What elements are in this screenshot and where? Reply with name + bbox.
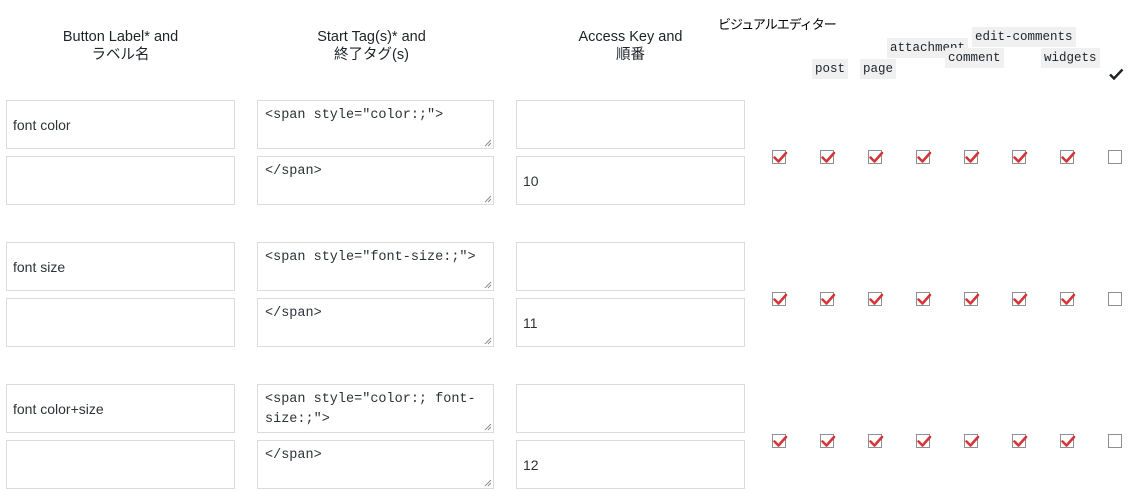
resize-grip-icon[interactable] <box>484 423 492 431</box>
checkbox-unchecked[interactable] <box>1108 292 1122 306</box>
resize-grip-icon[interactable] <box>484 195 492 203</box>
end-tag-text: </span> <box>265 306 322 321</box>
checkbox-checked[interactable] <box>916 434 932 448</box>
header-button-label-line1: Button Label* and <box>62 29 179 45</box>
check-icon <box>1013 293 1028 305</box>
button-label-input[interactable]: font size <box>6 242 235 291</box>
header-access-key-line1: Access Key and <box>578 29 683 45</box>
button-label-input[interactable]: font color+size <box>6 384 235 433</box>
access-key-input[interactable] <box>516 242 745 291</box>
header-button-label-line2: ラベル名 <box>91 47 150 63</box>
order-input[interactable]: 10 <box>516 156 745 205</box>
check-icon <box>773 151 788 163</box>
checkbox-checked[interactable] <box>820 434 836 448</box>
check-icon <box>965 151 980 163</box>
checkbox-checked[interactable] <box>820 150 836 164</box>
check-icon <box>1061 293 1076 305</box>
order-input[interactable]: 12 <box>516 440 745 489</box>
checkbox-checked[interactable] <box>964 434 980 448</box>
check-icon <box>869 435 884 447</box>
checkbox-checked[interactable] <box>1060 434 1076 448</box>
checkbox-checked[interactable] <box>772 292 788 306</box>
checkbox-checked[interactable] <box>1012 434 1028 448</box>
column-tag-page: page <box>860 59 897 79</box>
checkbox-checked[interactable] <box>1012 150 1028 164</box>
checkbox-checked[interactable] <box>772 434 788 448</box>
label-name-input[interactable] <box>6 156 235 205</box>
header-button-label: Button Label* and ラベル名 <box>6 28 235 64</box>
select-all-check-icon[interactable] <box>1108 66 1124 82</box>
check-icon <box>1013 151 1028 163</box>
resize-grip-icon[interactable] <box>484 337 492 345</box>
column-tag-post: post <box>812 59 849 79</box>
check-icon <box>965 293 980 305</box>
check-icon <box>869 293 884 305</box>
checkbox-checked[interactable] <box>1012 292 1028 306</box>
check-icon <box>869 151 884 163</box>
checkbox-unchecked[interactable] <box>1108 150 1122 164</box>
checkbox-checked[interactable] <box>964 292 980 306</box>
end-tag-textarea[interactable]: </span> <box>257 298 494 347</box>
check-icon <box>917 151 932 163</box>
order-input[interactable]: 11 <box>516 298 745 347</box>
check-icon <box>917 293 932 305</box>
access-key-input[interactable] <box>516 384 745 433</box>
start-tag-textarea[interactable]: <span style="font-size:;"> <box>257 242 494 291</box>
button-label-input[interactable]: font color <box>6 100 235 149</box>
end-tag-text: </span> <box>265 164 322 179</box>
check-icon <box>1061 151 1076 163</box>
header-tags-line1: Start Tag(s)* and <box>317 29 426 45</box>
label-name-input[interactable] <box>6 440 235 489</box>
header-access-key-line2: 順番 <box>616 47 645 63</box>
access-key-input[interactable] <box>516 100 745 149</box>
check-icon <box>773 435 788 447</box>
check-icon <box>1061 435 1076 447</box>
checkbox-checked[interactable] <box>820 292 836 306</box>
header-tags-line2: 終了タグ(s) <box>334 47 409 63</box>
checkbox-checked[interactable] <box>964 150 980 164</box>
checkbox-checked[interactable] <box>772 150 788 164</box>
end-tag-textarea[interactable]: </span> <box>257 156 494 205</box>
resize-grip-icon[interactable] <box>484 281 492 289</box>
end-tag-textarea[interactable]: </span> <box>257 440 494 489</box>
start-tag-textarea[interactable]: <span style="color:;"> <box>257 100 494 149</box>
checkbox-checked[interactable] <box>1060 150 1076 164</box>
header-access-key: Access Key and 順番 <box>516 28 745 64</box>
check-icon <box>821 151 836 163</box>
checkbox-checked[interactable] <box>916 292 932 306</box>
header-tags: Start Tag(s)* and 終了タグ(s) <box>257 28 486 64</box>
check-icon <box>821 435 836 447</box>
checkbox-checked[interactable] <box>868 292 884 306</box>
column-tag-comment: comment <box>945 48 1004 68</box>
start-tag-text: <span style="color:; font- size:;"> <box>265 392 476 427</box>
column-tag-widgets: widgets <box>1041 48 1100 68</box>
resize-grip-icon[interactable] <box>484 479 492 487</box>
check-icon <box>1013 435 1028 447</box>
checkbox-checked[interactable] <box>916 150 932 164</box>
header-visual-editor: ビジュアルエディター <box>718 18 837 33</box>
checkbox-unchecked[interactable] <box>1108 434 1122 448</box>
start-tag-text: <span style="color:;"> <box>265 108 444 123</box>
check-icon <box>965 435 980 447</box>
label-name-input[interactable] <box>6 298 235 347</box>
check-icon <box>773 293 788 305</box>
check-icon <box>917 435 932 447</box>
start-tag-textarea[interactable]: <span style="color:; font- size:;"> <box>257 384 494 433</box>
start-tag-text: <span style="font-size:;"> <box>265 250 476 265</box>
resize-grip-icon[interactable] <box>484 139 492 147</box>
checkbox-checked[interactable] <box>868 434 884 448</box>
checkbox-checked[interactable] <box>1060 292 1076 306</box>
end-tag-text: </span> <box>265 448 322 463</box>
check-icon <box>821 293 836 305</box>
column-tag-edit-comments: edit-comments <box>972 27 1076 47</box>
checkbox-checked[interactable] <box>868 150 884 164</box>
